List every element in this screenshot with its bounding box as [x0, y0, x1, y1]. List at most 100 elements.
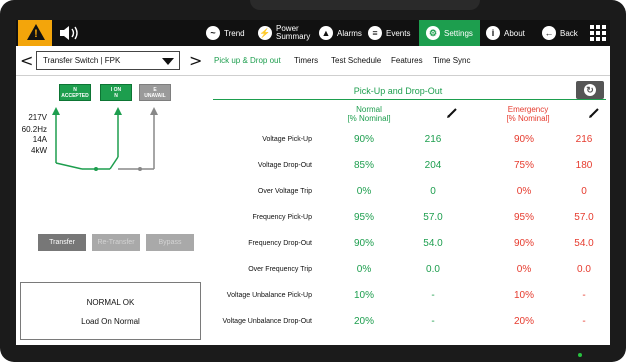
table-row: Voltage Drop-Out 85% 204 75% 180: [213, 157, 606, 177]
nav-settings[interactable]: ⚙ Settings: [419, 20, 480, 46]
tab-pickup-dropout[interactable]: Pick up & Drop out: [214, 56, 281, 65]
current-reading: 14A: [32, 135, 47, 144]
table-row: Voltage Unbalance Pick-Up 10% - 10% -: [213, 287, 606, 307]
emergency-value: 180: [575, 160, 593, 171]
emergency-pct[interactable]: 0%: [499, 186, 549, 197]
emergency-header-unit: [% Nominal]: [506, 114, 550, 123]
nav-power-label-2: Summary: [276, 32, 311, 41]
chevron-down-icon: [162, 58, 174, 65]
normal-accepted-indicator: N ACCEPTED: [59, 84, 91, 101]
normal-value: 204: [424, 160, 442, 171]
table-row: Over Frequency Trip 0% 0.0 0% 0.0: [213, 261, 606, 281]
normal-pct[interactable]: 20%: [339, 316, 389, 327]
emergency-pct[interactable]: 0%: [499, 264, 549, 275]
indicator-1-line2: ACCEPTED: [61, 93, 89, 99]
normal-value: 0: [430, 186, 436, 197]
normal-value: 216: [424, 134, 442, 145]
normal-column-header: Normal [% Nominal]: [334, 105, 404, 123]
status-line-normal: NORMAL OK: [86, 298, 135, 307]
table-row: Frequency Drop-Out 90% 54.0 90% 54.0: [213, 235, 606, 255]
normal-pct[interactable]: 0%: [339, 186, 389, 197]
retransfer-button[interactable]: Re-Transfer: [92, 234, 140, 251]
settings-icon: ⚙: [426, 26, 440, 40]
power-reading: 4kW: [31, 146, 47, 155]
nav-power-summary[interactable]: ⚡ Power Summary: [258, 20, 310, 46]
row-label: Over Voltage Trip: [257, 188, 312, 195]
row-label: Voltage Pick-Up: [262, 136, 312, 143]
device-bezel: ! ~ Trend ⚡ Power Summary ▲ Alarms ≡ Eve…: [0, 0, 626, 362]
emergency-value: 216: [575, 134, 593, 145]
normal-pct[interactable]: 90%: [339, 134, 389, 145]
transfer-button[interactable]: Transfer: [38, 234, 86, 251]
power-icon: ⚡: [258, 26, 272, 40]
emergency-value: -: [582, 316, 586, 327]
row-label: Voltage Unbalance Pick-Up: [226, 292, 312, 299]
normal-pct[interactable]: 90%: [339, 238, 389, 249]
switch-on-normal-indicator: I ON N: [100, 84, 132, 101]
normal-header-label: Normal: [356, 105, 382, 114]
row-label: Voltage Drop-Out: [257, 162, 312, 169]
events-icon: ≡: [368, 26, 382, 40]
pickup-dropout-panel: Pick-Up and Drop-Out ↻ Normal [% Nominal…: [213, 77, 610, 345]
frequency-reading: 60.2Hz: [21, 125, 47, 134]
nav-events[interactable]: ≡ Events: [368, 20, 410, 46]
table-row: Voltage Pick-Up 90% 216 90% 216: [213, 131, 606, 151]
tab-timers[interactable]: Timers: [294, 56, 318, 65]
indicator-2-line2: N: [114, 93, 118, 99]
normal-value: -: [431, 290, 435, 301]
grid-menu-icon[interactable]: [590, 25, 606, 41]
emergency-pct[interactable]: 20%: [499, 316, 549, 327]
status-box: NORMAL OK Load On Normal: [20, 282, 201, 340]
sync-button[interactable]: ↻: [576, 81, 604, 99]
tab-features[interactable]: Features: [391, 56, 423, 65]
edit-normal-pencil-icon[interactable]: [446, 107, 458, 119]
trend-icon: ~: [206, 26, 220, 40]
emergency-header-label: Emergency: [507, 105, 549, 114]
nav-alarms[interactable]: ▲ Alarms: [319, 20, 362, 46]
warning-icon[interactable]: !: [18, 20, 52, 46]
normal-pct[interactable]: 95%: [339, 212, 389, 223]
nav-back[interactable]: ← Back: [542, 20, 578, 46]
panel-header: Pick-Up and Drop-Out ↻: [213, 80, 606, 100]
normal-value: 57.0: [423, 212, 443, 223]
emergency-value: 0.0: [577, 264, 591, 275]
transfer-switch-panel: N ACCEPTED I ON N E UNAVAIL 217V 60.2Hz …: [16, 77, 206, 345]
nav-about-label: About: [504, 28, 525, 38]
bypass-button[interactable]: Bypass: [146, 234, 194, 251]
nav-trend[interactable]: ~ Trend: [206, 20, 245, 46]
top-nav-bar: ! ~ Trend ⚡ Power Summary ▲ Alarms ≡ Eve…: [16, 20, 610, 46]
emergency-pct[interactable]: 90%: [499, 238, 549, 249]
next-device-button[interactable]: >: [189, 51, 202, 70]
table-row: Frequency Pick-Up 95% 57.0 95% 57.0: [213, 209, 606, 229]
normal-pct[interactable]: 10%: [339, 290, 389, 301]
emergency-pct[interactable]: 90%: [499, 134, 549, 145]
normal-pct[interactable]: 0%: [339, 264, 389, 275]
normal-value: 0.0: [426, 264, 440, 275]
sync-icon: ↻: [584, 84, 596, 96]
row-label: Frequency Pick-Up: [252, 214, 312, 221]
nav-about[interactable]: i About: [486, 20, 525, 46]
emergency-column-header: Emergency [% Nominal]: [493, 105, 563, 123]
emergency-pct[interactable]: 75%: [499, 160, 549, 171]
normal-pct[interactable]: 85%: [339, 160, 389, 171]
normal-value: 54.0: [423, 238, 443, 249]
voltage-reading: 217V: [28, 113, 47, 122]
edit-emergency-pencil-icon[interactable]: [588, 107, 600, 119]
row-label: Over Frequency Trip: [248, 266, 312, 273]
back-arrow-icon: ←: [542, 26, 556, 40]
row-label: Voltage Unbalance Drop-Out: [222, 318, 313, 325]
emergency-pct[interactable]: 10%: [499, 290, 549, 301]
emergency-value: -: [582, 290, 586, 301]
speaker-icon[interactable]: [58, 24, 82, 42]
emergency-value: 0: [581, 186, 587, 197]
nav-trend-label: Trend: [224, 28, 245, 38]
tab-test-schedule[interactable]: Test Schedule: [331, 56, 381, 65]
sub-header: < Transfer Switch | FPK > Pick up & Drop…: [16, 46, 610, 76]
bezel-top-notch: [250, 0, 480, 10]
tab-time-sync[interactable]: Time Sync: [433, 56, 471, 65]
nav-back-label: Back: [560, 28, 578, 38]
emergency-pct[interactable]: 95%: [499, 212, 549, 223]
prev-device-button[interactable]: <: [20, 51, 33, 70]
normal-header-unit: [% Nominal]: [347, 114, 391, 123]
device-selector[interactable]: Transfer Switch | FPK: [36, 51, 180, 70]
